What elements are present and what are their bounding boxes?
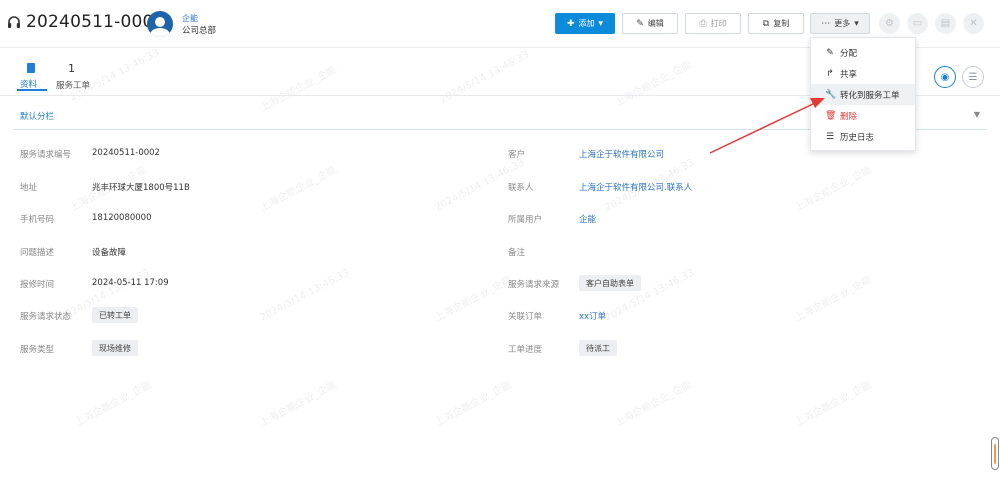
more-dropdown-menu: ✎ 分配 ↱ 共享 🔧 转化到服务工单 🗑 删除 ☰ 历史日志: [810, 37, 916, 151]
service-type-badge: 现场维修: [92, 340, 138, 356]
page-title: 20240511-0002: [26, 12, 165, 32]
window-icon[interactable]: ▭: [907, 13, 928, 34]
field-row: 服务请求来源 客户自助表单: [500, 274, 990, 294]
watermark: 上海企能企业_企能: [613, 379, 694, 430]
menu-item-history-log[interactable]: ☰ 历史日志: [811, 126, 915, 147]
caret-down-icon[interactable]: ▼: [974, 110, 980, 119]
owner-user-link[interactable]: 企能: [579, 213, 596, 225]
printer-icon: ⎙: [699, 18, 707, 29]
order-link[interactable]: xx订单: [579, 310, 606, 322]
eye-icon[interactable]: ◉: [934, 66, 956, 88]
settings-icon[interactable]: ⚙: [879, 13, 900, 34]
menu-item-delete[interactable]: 🗑 删除: [811, 105, 915, 126]
progress-badge: 待派工: [579, 340, 617, 356]
copy-button[interactable]: ⧉ 复制: [748, 13, 804, 34]
more-button[interactable]: ⋯ 更多 ▾: [810, 13, 870, 34]
headset-icon: [8, 16, 20, 28]
section-title: 默认分栏: [20, 112, 55, 122]
field-row: 服务请求状态 已转工单: [0, 306, 490, 326]
book-icon: [27, 63, 35, 73]
close-icon[interactable]: ✕: [963, 13, 984, 34]
tab-doc[interactable]: 资料: [17, 61, 47, 91]
owner-name-link[interactable]: 企能: [182, 13, 198, 24]
field-row: 问题描述 设备故障: [20, 248, 127, 258]
field-row: 报修时间 2024-05-11 17:09: [20, 278, 169, 290]
field-row: 服务类型 现场维修: [0, 339, 490, 359]
caret-down-icon: ▾: [598, 18, 604, 29]
scrollbar-handle[interactable]: [991, 437, 999, 470]
tab-service-count[interactable]: 1: [68, 62, 75, 75]
watermark: 上海企能企业_企能: [433, 379, 514, 430]
menu-item-assign[interactable]: ✎ 分配: [811, 42, 915, 63]
field-row: 工单进度 待派工: [500, 339, 990, 359]
edit-icon: ✎: [826, 47, 834, 58]
print-button[interactable]: ⎙ 打印: [685, 13, 741, 34]
field-row: 地址 兆丰环球大厦1800号11B: [20, 183, 190, 193]
owner-org: 公司总部: [182, 26, 217, 36]
tab-service-orders[interactable]: 服务工单: [56, 79, 90, 91]
list-icon: ☰: [825, 131, 835, 142]
watermark: 上海企能企业_企能: [258, 379, 339, 430]
field-row: 联系人 上海企于软件有限公司.联系人: [508, 181, 693, 193]
menu-item-convert-to-service-order[interactable]: 🔧 转化到服务工单: [811, 84, 915, 105]
trash-icon: 🗑: [825, 110, 837, 121]
edit-button[interactable]: ✎ 编辑: [622, 13, 678, 34]
field-row: 服务请求编号 20240511-0002: [20, 148, 160, 160]
source-badge: 客户自助表单: [579, 275, 641, 291]
edit-icon: ✎: [636, 18, 644, 29]
avatar[interactable]: [147, 11, 173, 37]
note-icon[interactable]: ▤: [935, 13, 956, 34]
add-button[interactable]: ✚ 添加 ▾: [555, 13, 615, 34]
field-row: 所属用户 企能: [508, 213, 597, 225]
menu-item-share[interactable]: ↱ 共享: [811, 63, 915, 84]
sliders-icon[interactable]: ☰: [962, 66, 984, 88]
field-row: 备注: [508, 248, 526, 258]
contact-link[interactable]: 上海企于软件有限公司.联系人: [579, 181, 692, 193]
field-row: 客户 上海企于软件有限公司: [508, 148, 665, 160]
customer-link[interactable]: 上海企于软件有限公司: [579, 148, 664, 160]
ellipsis-icon: ⋯: [821, 18, 831, 29]
watermark: 上海企能企业_企能: [793, 379, 874, 430]
field-row: 关联订单 xx订单: [508, 310, 607, 322]
caret-down-icon: ▾: [854, 18, 859, 29]
watermark: 上海企能企业_企能: [73, 379, 154, 430]
status-badge: 已转工单: [92, 307, 138, 323]
plus-icon: ✚: [566, 18, 575, 29]
field-row: 手机号码 18120080000: [20, 213, 152, 225]
share-icon: ↱: [826, 68, 834, 79]
wrench-icon: 🔧: [825, 89, 837, 100]
copy-icon: ⧉: [762, 18, 770, 29]
